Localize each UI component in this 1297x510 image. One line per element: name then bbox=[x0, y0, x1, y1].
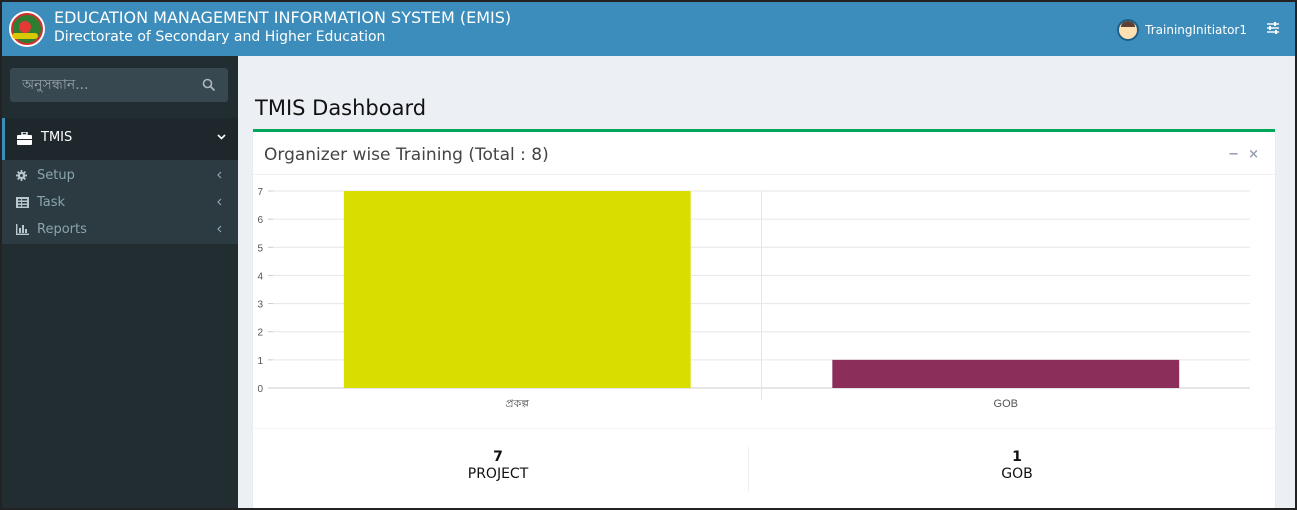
sidebar-item-label: TMIS bbox=[41, 130, 73, 145]
stat-label: PROJECT bbox=[467, 466, 529, 482]
stat-gob: 1 GOB bbox=[772, 449, 1262, 483]
sidebar-search bbox=[10, 68, 228, 102]
y-tick-label: 3 bbox=[257, 300, 263, 311]
app-window: EDUCATION MANAGEMENT INFORMATION SYSTEM … bbox=[0, 0, 1297, 510]
stat-divider bbox=[748, 447, 749, 491]
sidebar: TMIS Setup Task bbox=[2, 56, 238, 508]
chart-bar bbox=[343, 191, 691, 388]
y-tick-label: 1 bbox=[257, 356, 263, 367]
avatar bbox=[1117, 19, 1140, 41]
gear-icon bbox=[16, 170, 27, 181]
sidebar-item-reports[interactable]: Reports bbox=[2, 217, 238, 243]
sidebar-item-tmis[interactable]: TMIS bbox=[2, 118, 238, 160]
x-tick-label: GOB bbox=[994, 398, 1018, 410]
close-button[interactable]: × bbox=[1248, 147, 1259, 162]
stat-project: 7 PROJECT bbox=[253, 449, 743, 483]
sidebar-item-label: Reports bbox=[37, 222, 87, 237]
organizer-bar-chart: 0 1 2 3 4 5 6 7 প্রকল্প GOB bbox=[257, 187, 1250, 410]
government-logo bbox=[9, 11, 45, 47]
chart-bar bbox=[832, 359, 1180, 388]
sliders-icon[interactable] bbox=[1265, 20, 1281, 36]
search-icon[interactable] bbox=[202, 78, 216, 92]
y-tick-label: 6 bbox=[257, 215, 263, 226]
stat-value: 1 bbox=[1012, 449, 1022, 465]
top-header: EDUCATION MANAGEMENT INFORMATION SYSTEM … bbox=[2, 2, 1295, 56]
bar-chart-icon bbox=[16, 224, 29, 235]
chevron-left-icon bbox=[217, 225, 222, 233]
app-subtitle: Directorate of Secondary and Higher Educ… bbox=[54, 29, 386, 45]
sidebar-item-label: Setup bbox=[37, 168, 75, 183]
y-tick-label: 2 bbox=[257, 328, 263, 339]
sidebar-submenu: Setup Task Reports bbox=[2, 160, 238, 244]
search-input[interactable] bbox=[10, 68, 190, 102]
collapse-button[interactable]: − bbox=[1228, 147, 1239, 162]
box-header: Organizer wise Training (Total : 8) − × bbox=[253, 132, 1275, 175]
x-tick-label: প্রকল্প bbox=[505, 398, 529, 410]
sidebar-item-task[interactable]: Task bbox=[2, 190, 238, 216]
y-tick-label: 7 bbox=[257, 187, 263, 198]
sidebar-item-label: Task bbox=[37, 195, 66, 210]
stat-label: GOB bbox=[1001, 466, 1033, 482]
page-title: TMIS Dashboard bbox=[255, 96, 427, 120]
y-tick-label: 5 bbox=[257, 243, 263, 254]
briefcase-icon bbox=[17, 132, 32, 145]
task-icon bbox=[16, 197, 29, 208]
user-menu[interactable]: TrainingInitiator1 bbox=[1117, 19, 1247, 41]
summary-row: 7 PROJECT 1 GOB bbox=[253, 428, 1275, 508]
y-tick-label: 0 bbox=[257, 384, 263, 395]
organizer-training-box: Organizer wise Training (Total : 8) − × … bbox=[253, 129, 1275, 508]
chevron-left-icon bbox=[217, 171, 222, 179]
sidebar-item-setup[interactable]: Setup bbox=[2, 163, 238, 189]
box-title: Organizer wise Training (Total : 8) bbox=[264, 145, 549, 165]
chevron-left-icon bbox=[217, 198, 222, 206]
app-title: EDUCATION MANAGEMENT INFORMATION SYSTEM … bbox=[54, 8, 512, 27]
user-name: TrainingInitiator1 bbox=[1145, 23, 1247, 37]
chevron-down-icon bbox=[217, 134, 226, 140]
y-tick-label: 4 bbox=[257, 271, 263, 282]
stat-value: 7 bbox=[493, 449, 503, 465]
